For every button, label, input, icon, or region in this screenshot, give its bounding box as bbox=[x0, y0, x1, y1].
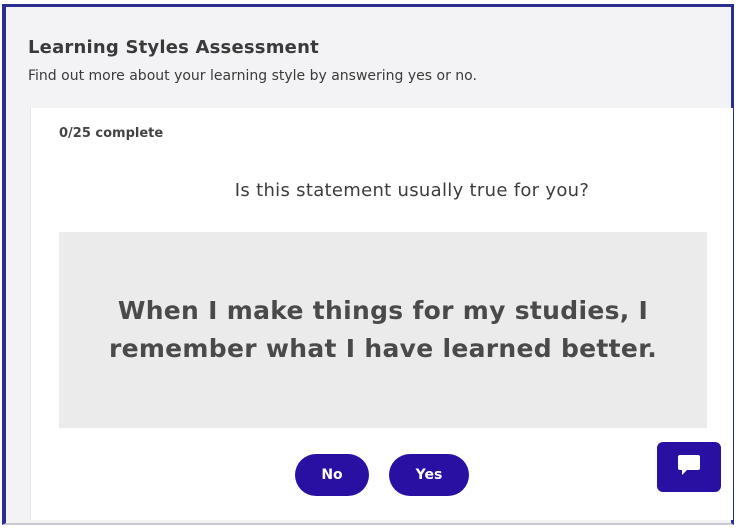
chat-button[interactable] bbox=[657, 442, 721, 492]
yes-button[interactable]: Yes bbox=[389, 454, 469, 496]
question-card: 0/25 complete Is this statement usually … bbox=[30, 108, 733, 520]
statement-box: When I make things for my studies, I rem… bbox=[59, 232, 707, 428]
statement-text: When I make things for my studies, I rem… bbox=[108, 296, 658, 363]
assessment-header: Learning Styles Assessment Find out more… bbox=[28, 37, 477, 84]
page-subtitle: Find out more about your learning style … bbox=[28, 68, 477, 84]
question-prompt: Is this statement usually true for you? bbox=[234, 180, 590, 201]
answer-buttons: No Yes bbox=[295, 454, 469, 496]
chat-bubble-icon bbox=[677, 454, 701, 480]
progress-indicator: 0/25 complete bbox=[59, 126, 164, 141]
no-button[interactable]: No bbox=[295, 454, 369, 496]
page-title: Learning Styles Assessment bbox=[28, 37, 319, 58]
